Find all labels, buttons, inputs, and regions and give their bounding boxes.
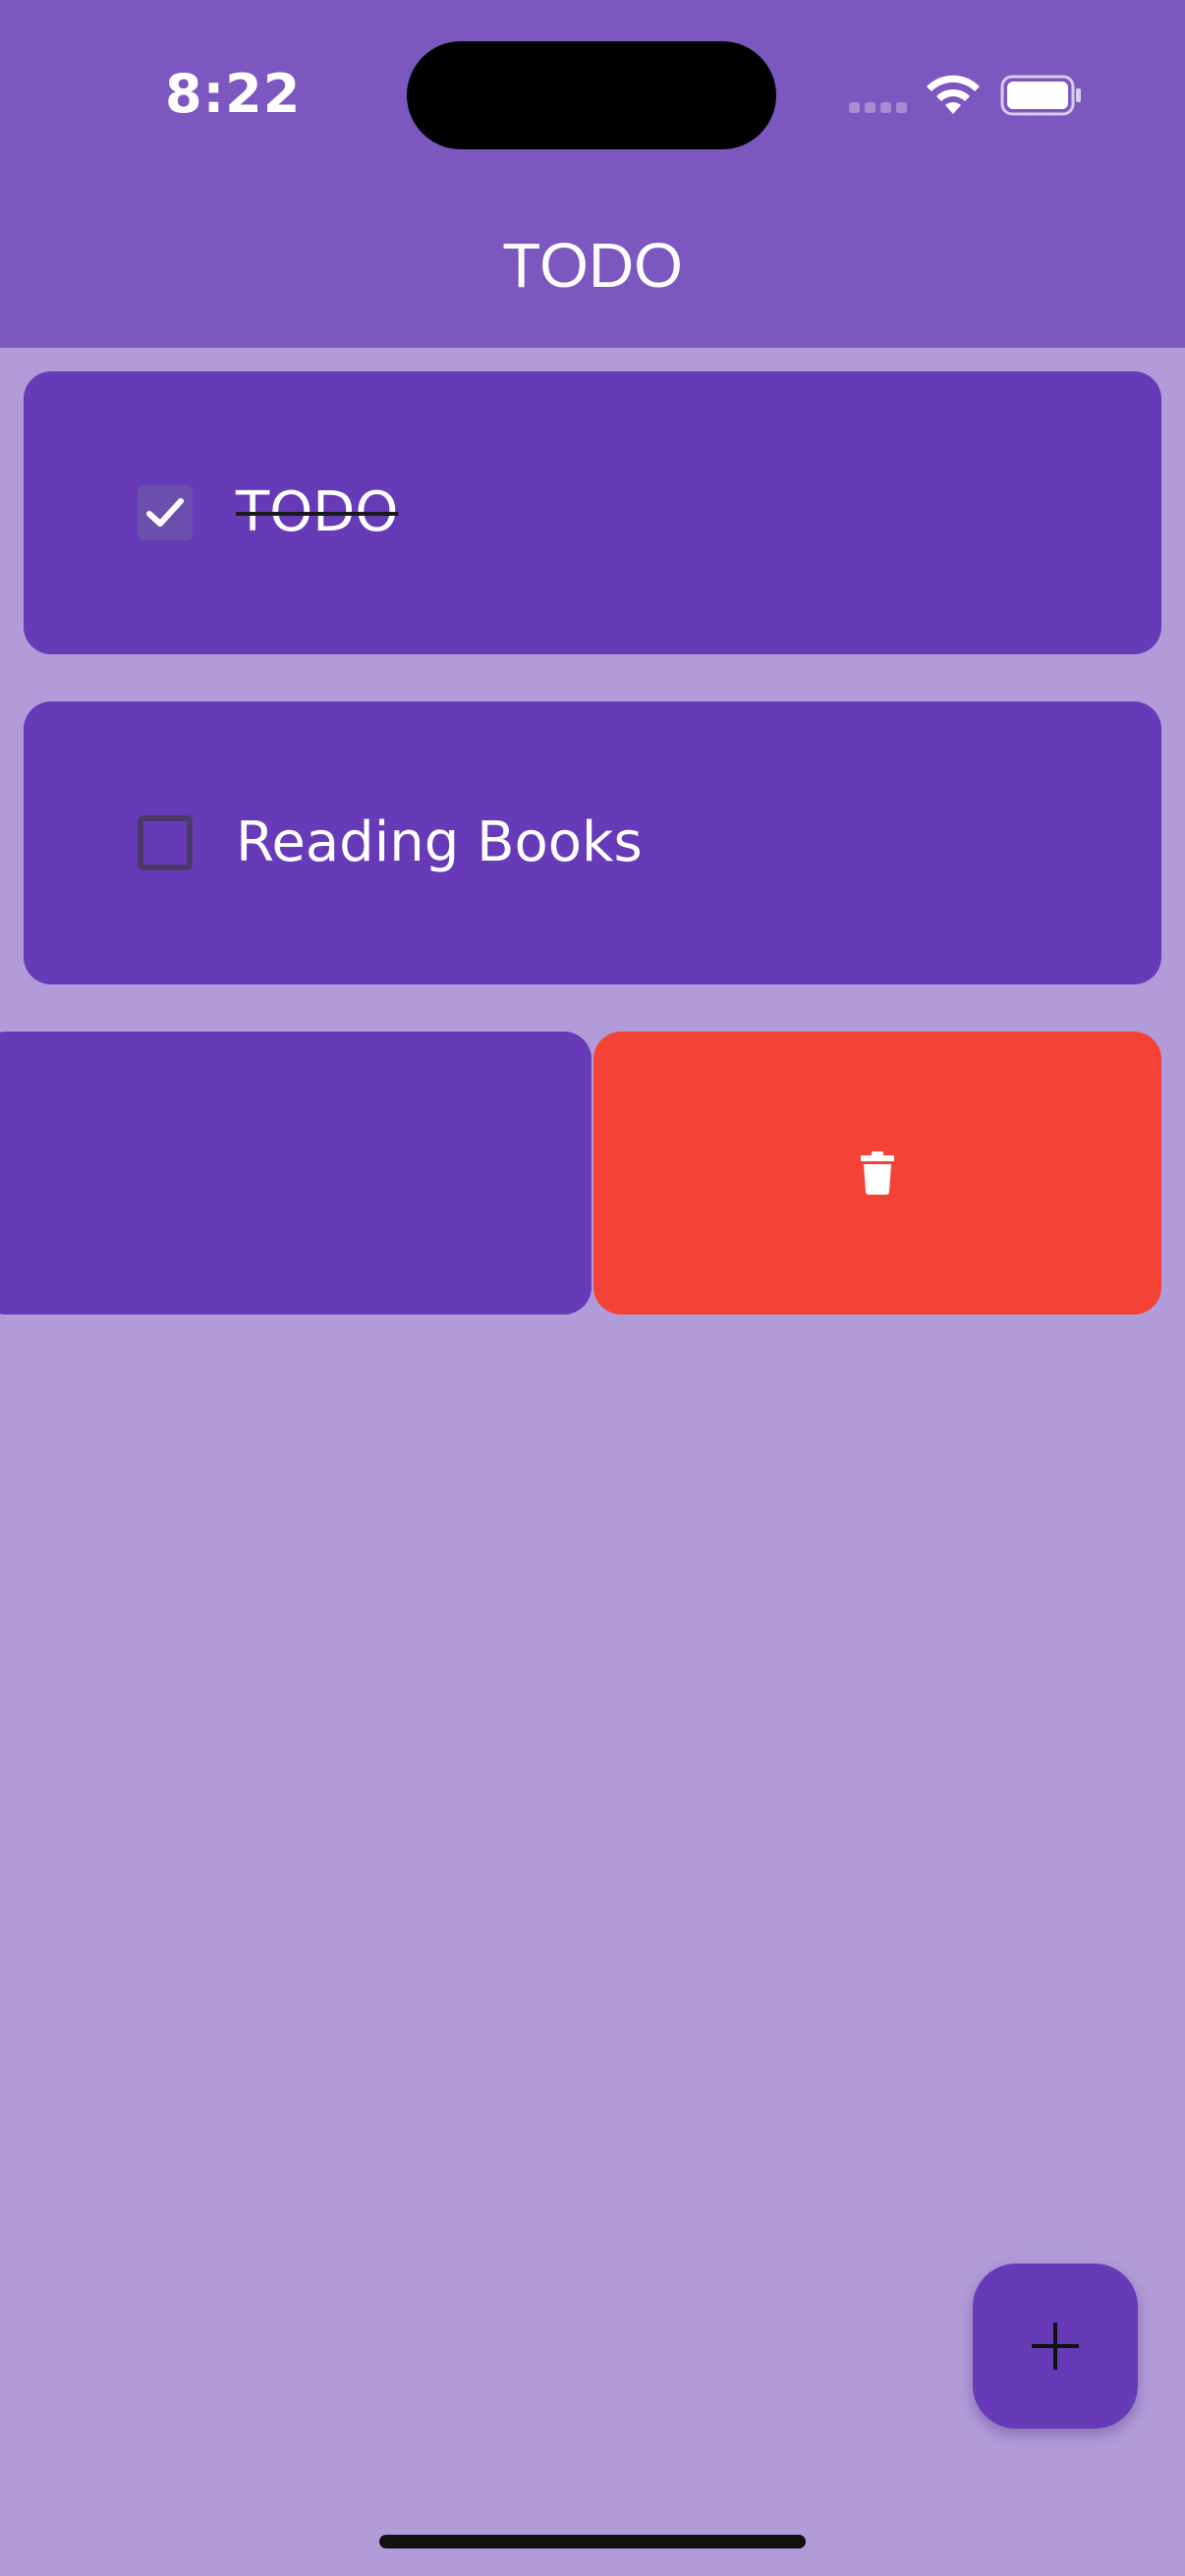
- cellular-signal-icon: [849, 102, 907, 113]
- todo-checkbox[interactable]: [138, 815, 193, 870]
- trash-icon: [861, 1151, 894, 1195]
- app-bar: 8:22 TODO: [0, 0, 1185, 348]
- todo-label: Reading Books: [236, 811, 643, 874]
- delete-button[interactable]: [593, 1032, 1161, 1315]
- add-todo-button[interactable]: [973, 2264, 1138, 2429]
- todo-item-swiped[interactable]: [0, 1032, 592, 1315]
- todo-item[interactable]: TODO: [24, 371, 1161, 654]
- plus-icon: [1032, 2323, 1079, 2370]
- wifi-icon: [927, 75, 980, 114]
- todo-checkbox-checked[interactable]: [138, 485, 193, 540]
- check-icon: [146, 498, 184, 527]
- screen: 8:22 TODO TODO Reading Books: [0, 0, 1185, 2576]
- battery-icon: [1000, 75, 1081, 116]
- todo-label: TODO: [236, 480, 399, 544]
- status-time: 8:22: [165, 63, 302, 125]
- todo-item[interactable]: Reading Books: [24, 701, 1161, 984]
- dynamic-island: [407, 41, 776, 149]
- home-indicator[interactable]: [379, 2535, 806, 2548]
- page-title: TODO: [502, 230, 683, 301]
- swipe-to-delete-row[interactable]: [0, 1032, 1185, 1315]
